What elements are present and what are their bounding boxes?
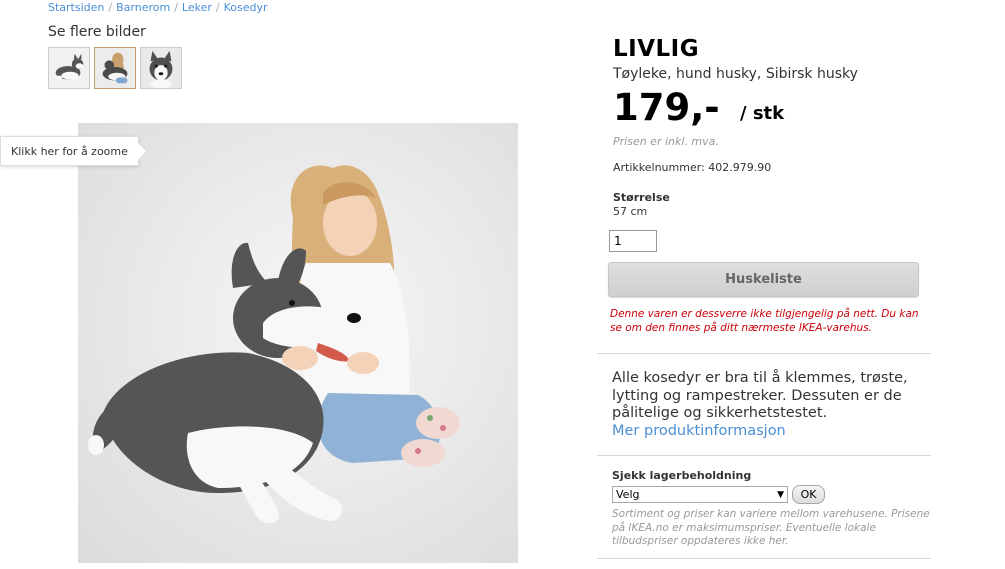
- thumbnail-strip: [48, 47, 182, 89]
- size-label: Størrelse: [613, 191, 670, 204]
- product-name: LIVLIG: [613, 36, 700, 62]
- zoom-tooltip-label: Klikk her for å zoome: [11, 144, 128, 158]
- stock-note: Sortiment og priser kan variere mellom v…: [612, 508, 930, 547]
- product-type: Tøyleke, hund husky, Sibirsk husky: [613, 66, 858, 82]
- breadcrumb-separator: /: [215, 1, 220, 14]
- breadcrumb-startsiden[interactable]: Startsiden: [48, 1, 104, 14]
- more-images-heading: Se flere bilder: [48, 24, 146, 40]
- vat-note: Prisen er inkl. mva.: [613, 135, 719, 148]
- ok-button[interactable]: OK: [792, 485, 825, 504]
- article-number: Artikkelnummer: 402.979.90: [613, 161, 772, 174]
- breadcrumb-leker[interactable]: Leker: [182, 1, 212, 14]
- zoom-tooltip[interactable]: Klikk her for å zoome: [0, 136, 139, 166]
- thumbnail-husky-side[interactable]: [48, 47, 90, 89]
- breadcrumb-separator: /: [108, 1, 113, 14]
- product-price: 179,-: [613, 86, 720, 129]
- product-description: Alle kosedyr er bra til å klemmes, trøst…: [612, 370, 912, 440]
- breadcrumb-separator: /: [174, 1, 178, 14]
- divider: [597, 558, 931, 559]
- breadcrumb-barnerom[interactable]: Barnerom: [116, 1, 170, 14]
- more-info-link[interactable]: Mer produktinformasjon: [612, 423, 912, 441]
- breadcrumb-kosedyr[interactable]: Kosedyr: [224, 1, 268, 14]
- store-select-value: Velg: [616, 488, 640, 501]
- size-value: 57 cm: [613, 205, 648, 218]
- unavailable-message: Denne varen er dessverre ikke tilgjengel…: [610, 308, 919, 334]
- main-product-image[interactable]: [78, 123, 518, 563]
- price-unit: / stk: [740, 103, 785, 124]
- thumbnail-husky-girl[interactable]: [94, 47, 136, 89]
- husky-thumbnail-girl: [95, 48, 135, 88]
- store-select[interactable]: Velg ▼: [612, 486, 788, 503]
- quantity-input[interactable]: [609, 230, 657, 252]
- divider: [597, 455, 931, 456]
- product-photo: [78, 123, 518, 563]
- stock-check-label: Sjekk lagerbeholdning: [612, 469, 752, 482]
- description-text: Alle kosedyr er bra til å klemmes, trøst…: [612, 370, 908, 421]
- thumbnail-husky-face[interactable]: [140, 47, 182, 89]
- chevron-down-icon: ▼: [777, 489, 784, 500]
- husky-thumbnail-1: [49, 48, 89, 88]
- breadcrumb: Startsiden / Barnerom / Leker / Kosedyr: [48, 1, 268, 14]
- husky-thumbnail-face: [141, 48, 181, 88]
- divider: [597, 353, 931, 354]
- wishlist-button[interactable]: Huskeliste: [608, 262, 919, 297]
